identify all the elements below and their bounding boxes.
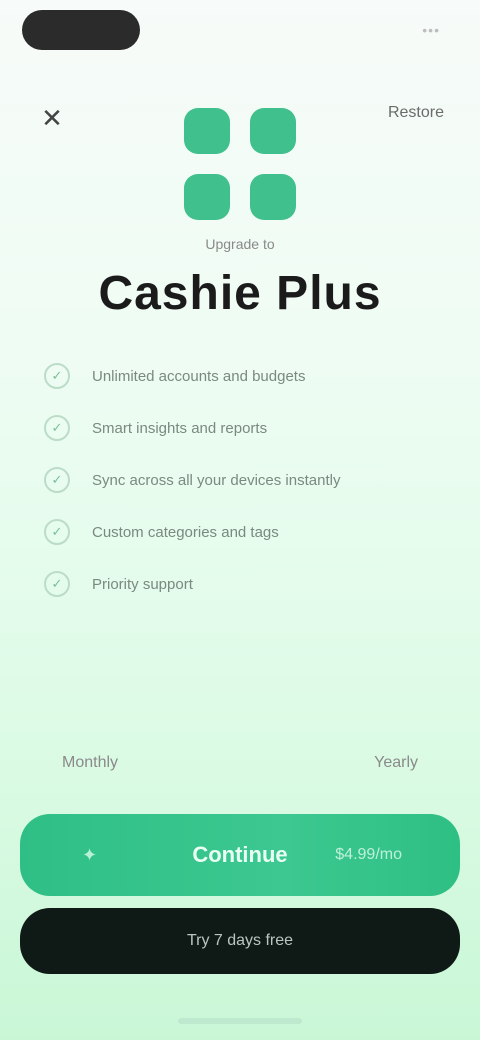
logo-tile xyxy=(250,174,296,220)
close-button[interactable]: ✕ xyxy=(30,96,74,140)
feature-item: ✓ Custom categories and tags xyxy=(44,506,444,558)
restore-purchases-button[interactable]: Restore xyxy=(388,104,444,122)
feature-item: ✓ Sync across all your devices instantly xyxy=(44,454,444,506)
feature-text: Unlimited accounts and budgets xyxy=(92,367,306,385)
hero-kicker: Upgrade to xyxy=(205,236,275,252)
status-bar: ••• xyxy=(0,0,480,64)
feature-list: ✓ Unlimited accounts and budgets ✓ Smart… xyxy=(44,350,444,610)
plan-selector: Monthly Yearly xyxy=(0,744,480,784)
feature-item: ✓ Unlimited accounts and budgets xyxy=(44,350,444,402)
feature-text: Sync across all your devices instantly xyxy=(92,471,341,489)
continue-button[interactable]: ✦ Continue $4.99/mo xyxy=(20,814,460,896)
price-label: $4.99/mo xyxy=(335,846,402,863)
close-icon: ✕ xyxy=(41,102,63,133)
home-indicator xyxy=(178,1018,302,1024)
feature-text: Priority support xyxy=(92,575,193,593)
feature-item: ✓ Smart insights and reports xyxy=(44,402,444,454)
logo-tile xyxy=(184,108,230,154)
feature-text: Smart insights and reports xyxy=(92,419,268,437)
check-icon: ✓ xyxy=(44,519,70,545)
dynamic-island xyxy=(22,10,140,50)
free-trial-button[interactable]: Try 7 days free xyxy=(20,908,460,974)
status-icons: ••• xyxy=(422,22,440,38)
logo-tile xyxy=(184,174,230,220)
feature-item: ✓ Priority support xyxy=(44,558,444,610)
logo-tile xyxy=(250,108,296,154)
check-icon: ✓ xyxy=(44,363,70,389)
app-logo-icon xyxy=(184,108,296,220)
check-icon: ✓ xyxy=(44,415,70,441)
check-icon: ✓ xyxy=(44,467,70,493)
plan-yearly[interactable]: Yearly xyxy=(374,754,418,772)
page-title: Cashie Plus xyxy=(98,267,382,320)
check-icon: ✓ xyxy=(44,571,70,597)
feature-text: Custom categories and tags xyxy=(92,523,279,541)
plan-monthly[interactable]: Monthly xyxy=(62,754,118,772)
